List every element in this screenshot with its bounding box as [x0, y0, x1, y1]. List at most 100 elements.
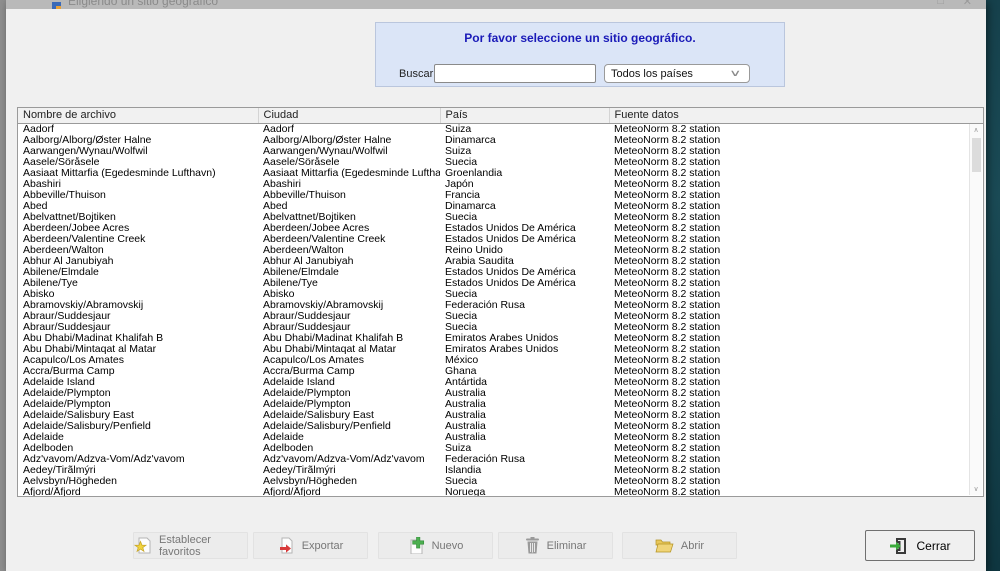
- table-row[interactable]: Abhur Al JanubiyahAbhur Al JanubiyahArab…: [18, 256, 983, 267]
- table-cell: MeteoNorm 8.2 station: [609, 234, 983, 245]
- table-row[interactable]: Adz'vavom/Adzva-Vom/Adz'vavomAdz'vavom/A…: [18, 454, 983, 465]
- table-cell: MeteoNorm 8.2 station: [609, 168, 983, 179]
- table-cell: MeteoNorm 8.2 station: [609, 344, 983, 355]
- close-icon[interactable]: ✕: [963, 0, 972, 8]
- table-row[interactable]: Abraur/SuddesjaurAbraur/SuddesjaurSuecia…: [18, 311, 983, 322]
- table-cell: Suecia: [440, 212, 609, 223]
- table-cell: Aadorf: [258, 123, 440, 135]
- table-cell: Afjord/Åfjord: [258, 487, 440, 498]
- table-row[interactable]: Aalborg/Alborg/Øster HalneAalborg/Alborg…: [18, 135, 983, 146]
- table-row[interactable]: Afjord/ÅfjordAfjord/ÅfjordNoruegaMeteoNo…: [18, 487, 983, 498]
- table-row[interactable]: Abelvattnet/BojtikenAbelvattnet/Bojtiken…: [18, 212, 983, 223]
- table-cell: Aasele/Söråsele: [258, 157, 440, 168]
- table-row[interactable]: Aelvsbyn/HöghedenAelvsbyn/HöghedenSuecia…: [18, 476, 983, 487]
- scrollbar-thumb[interactable]: [972, 138, 981, 172]
- table-cell: MeteoNorm 8.2 station: [609, 245, 983, 256]
- cerrar-button[interactable]: Cerrar: [865, 530, 975, 561]
- table-cell: Australia: [440, 421, 609, 432]
- country-filter-dropdown[interactable]: Todos los países ∨: [604, 64, 750, 83]
- table-cell: Arabia Saudita: [440, 256, 609, 267]
- column-header[interactable]: Ciudad: [258, 108, 440, 123]
- table-cell: Suecia: [440, 311, 609, 322]
- table-row[interactable]: AbiskoAbiskoSueciaMeteoNorm 8.2 station: [18, 289, 983, 300]
- table-row[interactable]: Abilene/TyeAbilene/TyeEstados Unidos De …: [18, 278, 983, 289]
- table-cell: MeteoNorm 8.2 station: [609, 322, 983, 333]
- table-cell: Abed: [258, 201, 440, 212]
- table-row[interactable]: Adelaide IslandAdelaide IslandAntártidaM…: [18, 377, 983, 388]
- table-row[interactable]: Adelaide/Salisbury/PenfieldAdelaide/Sali…: [18, 421, 983, 432]
- table-body: AadorfAadorfSuizaMeteoNorm 8.2 stationAa…: [18, 123, 983, 497]
- table-cell: MeteoNorm 8.2 station: [609, 256, 983, 267]
- table-cell: MeteoNorm 8.2 station: [609, 399, 983, 410]
- table-cell: Suecia: [440, 476, 609, 487]
- table-row[interactable]: Aedey/TirãlmýriAedey/TirãlmýriIslandiaMe…: [18, 465, 983, 476]
- table-cell: Reino Unido: [440, 245, 609, 256]
- scroll-down-icon[interactable]: ∨: [970, 485, 982, 493]
- table-row[interactable]: Acapulco/Los AmatesAcapulco/Los AmatesMé…: [18, 355, 983, 366]
- table-cell: MeteoNorm 8.2 station: [609, 366, 983, 377]
- search-input[interactable]: [434, 64, 596, 83]
- scroll-up-icon[interactable]: ∧: [970, 126, 982, 134]
- table-cell: Suiza: [440, 146, 609, 157]
- table-row[interactable]: Abramovskiy/AbramovskijAbramovskiy/Abram…: [18, 300, 983, 311]
- column-header[interactable]: Nombre de archivo: [18, 108, 258, 123]
- table-row[interactable]: AbashiriAbashiriJapónMeteoNorm 8.2 stati…: [18, 179, 983, 190]
- table-cell: MeteoNorm 8.2 station: [609, 454, 983, 465]
- table-row[interactable]: Aarwangen/Wynau/WolfwilAarwangen/Wynau/W…: [18, 146, 983, 157]
- table-row[interactable]: Adelaide/Salisbury EastAdelaide/Salisbur…: [18, 410, 983, 421]
- table-cell: MeteoNorm 8.2 station: [609, 333, 983, 344]
- table-cell: Adelaide/Plympton: [258, 399, 440, 410]
- table-cell: Emiratos Árabes Unidos: [440, 344, 609, 355]
- table-row[interactable]: Abraur/SuddesjaurAbraur/SuddesjaurSuecia…: [18, 322, 983, 333]
- table-cell: Japón: [440, 179, 609, 190]
- table-row[interactable]: AbedAbedDinamarcaMeteoNorm 8.2 station: [18, 201, 983, 212]
- table-row[interactable]: AdelaideAdelaideAustraliaMeteoNorm 8.2 s…: [18, 432, 983, 443]
- title-bar[interactable]: Eligiendo un sitio geográfico □ ✕: [6, 0, 986, 9]
- table-cell: Afjord/Åfjord: [18, 487, 258, 498]
- table-row[interactable]: Aberdeen/Valentine CreekAberdeen/Valenti…: [18, 234, 983, 245]
- table-cell: Antártida: [440, 377, 609, 388]
- table-cell: Suecia: [440, 289, 609, 300]
- table-cell: Federación Rusa: [440, 454, 609, 465]
- maximize-icon[interactable]: □: [937, 0, 944, 7]
- table-row[interactable]: Abilene/ElmdaleAbilene/ElmdaleEstados Un…: [18, 267, 983, 278]
- table-cell: Abilene/Tye: [18, 278, 258, 289]
- table-row[interactable]: Accra/Burma CampAccra/Burma CampGhanaMet…: [18, 366, 983, 377]
- table-row[interactable]: Aasele/SöråseleAasele/SöråseleSueciaMete…: [18, 157, 983, 168]
- table-row[interactable]: Adelaide/PlymptonAdelaide/PlymptonAustra…: [18, 399, 983, 410]
- table-row[interactable]: Abbeville/ThuisonAbbeville/ThuisonFranci…: [18, 190, 983, 201]
- table-row[interactable]: AadorfAadorfSuizaMeteoNorm 8.2 station: [18, 123, 983, 135]
- set-favorites-button[interactable]: Establecer favoritos: [133, 532, 248, 559]
- vertical-scrollbar[interactable]: ∧ ∨: [969, 124, 982, 495]
- table-cell: Aelvsbyn/Högheden: [258, 476, 440, 487]
- table-row[interactable]: Aberdeen/WaltonAberdeen/WaltonReino Unid…: [18, 245, 983, 256]
- table-cell: Abraur/Suddesjaur: [18, 322, 258, 333]
- table-cell: Accra/Burma Camp: [18, 366, 258, 377]
- table-cell: Adelaide/Salisbury/Penfield: [258, 421, 440, 432]
- table-cell: Adelaide: [258, 432, 440, 443]
- table-cell: MeteoNorm 8.2 station: [609, 421, 983, 432]
- table-cell: Acapulco/Los Amates: [258, 355, 440, 366]
- column-header[interactable]: País: [440, 108, 609, 123]
- table-cell: Aedey/Tirãlmýri: [258, 465, 440, 476]
- table-row[interactable]: Aasiaat Mittarfia (Egedesminde Lufthavn)…: [18, 168, 983, 179]
- table-cell: Aberdeen/Valentine Creek: [18, 234, 258, 245]
- delete-button[interactable]: Eliminar: [498, 532, 613, 559]
- table-cell: MeteoNorm 8.2 station: [609, 267, 983, 278]
- table-row[interactable]: AdelbodenAdelbodenSuizaMeteoNorm 8.2 sta…: [18, 443, 983, 454]
- table-row[interactable]: Abu Dhabi/Madinat Khalifah BAbu Dhabi/Ma…: [18, 333, 983, 344]
- table-row[interactable]: Adelaide/PlymptonAdelaide/PlymptonAustra…: [18, 388, 983, 399]
- table-row[interactable]: Abu Dhabi/Mintaqat al MatarAbu Dhabi/Min…: [18, 344, 983, 355]
- table-cell: Dinamarca: [440, 135, 609, 146]
- export-button[interactable]: Exportar: [253, 532, 368, 559]
- table-cell: MeteoNorm 8.2 station: [609, 190, 983, 201]
- open-button[interactable]: Abrir: [622, 532, 737, 559]
- column-header[interactable]: Fuente datos: [609, 108, 983, 123]
- new-button[interactable]: Nuevo: [378, 532, 493, 559]
- country-filter-value: Todos los países: [611, 68, 693, 80]
- table-cell: MeteoNorm 8.2 station: [609, 289, 983, 300]
- table-cell: Dinamarca: [440, 201, 609, 212]
- table-row[interactable]: Aberdeen/Jobee AcresAberdeen/Jobee Acres…: [18, 223, 983, 234]
- folder-icon: [655, 538, 674, 553]
- trash-icon: [525, 537, 540, 554]
